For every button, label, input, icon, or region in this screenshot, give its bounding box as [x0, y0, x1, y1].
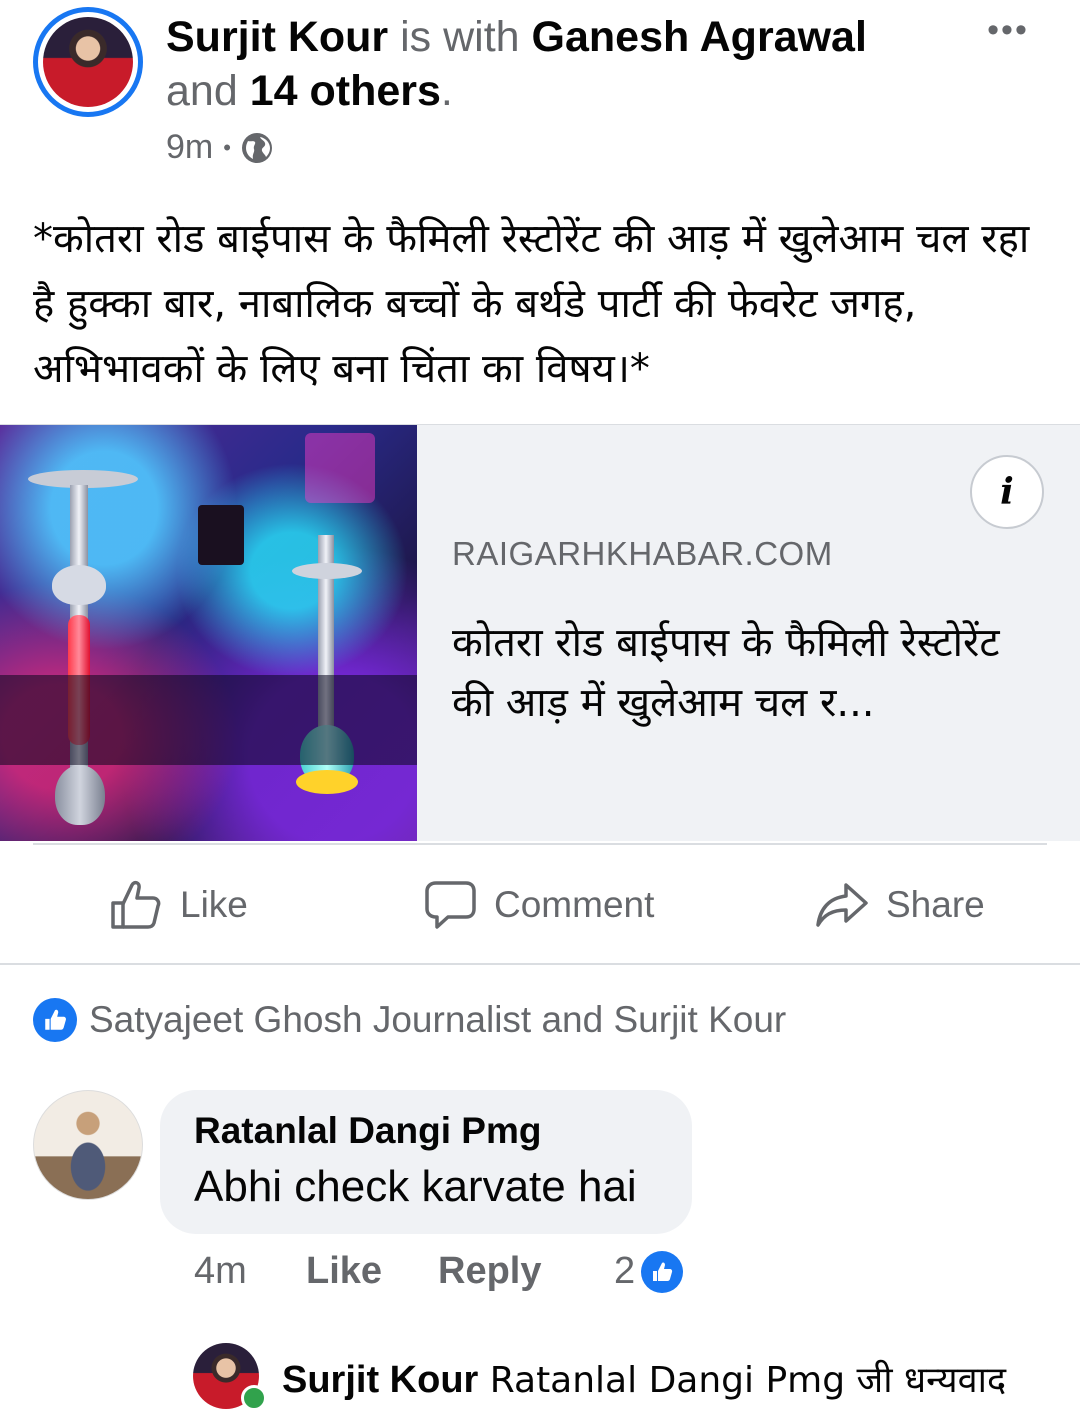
share-arrow-icon	[816, 883, 868, 927]
like-label: Like	[180, 884, 248, 925]
tagged-others[interactable]: 14 others	[250, 67, 441, 115]
comment-reaction-count[interactable]: 2	[614, 1250, 684, 1293]
post-header: Surjit Kour is with Ganesh Agrawal and 1…	[166, 10, 946, 118]
thumbs-up-icon	[111, 880, 161, 929]
reactions-summary[interactable]: Satyajeet Ghosh Journalist and Surjit Ko…	[33, 998, 786, 1042]
link-title[interactable]: कोतरा रोड बाईपास के फैमिली रेस्टोरेंट की…	[452, 613, 1052, 733]
reaction-count: 2	[614, 1250, 636, 1292]
reply-text: Ratanlal Dangi Pmg जी धन्यवाद	[489, 1360, 1007, 1401]
globe-icon[interactable]	[241, 132, 273, 164]
meta-separator: •	[223, 134, 231, 160]
like-button[interactable]: Like	[108, 870, 248, 940]
tagged-name[interactable]: Ganesh Agrawal	[532, 13, 867, 61]
reactions-text: Satyajeet Ghosh Journalist and Surjit Ko…	[89, 999, 787, 1040]
info-button[interactable]: i	[970, 455, 1044, 529]
like-reaction-icon	[33, 998, 77, 1042]
more-options-button[interactable]: •••	[980, 10, 1036, 50]
post-body-text: *कोतरा रोड बाईपास के फैमिली रेस्टोरेंट क…	[33, 216, 1030, 392]
divider	[33, 843, 1047, 845]
author-avatar[interactable]	[33, 7, 143, 117]
avatar-photo	[43, 17, 133, 107]
with-text: is with	[400, 13, 520, 61]
post-meta: 9m •	[166, 128, 273, 167]
reply-comment: Surjit Kour Ratanlal Dangi Pmg जी धन्यवा…	[282, 1354, 1006, 1403]
reply-author-name[interactable]: Surjit Kour	[282, 1359, 478, 1401]
online-status-indicator	[241, 1385, 267, 1411]
and-text: and	[166, 67, 238, 115]
like-reaction-icon	[641, 1250, 684, 1293]
comment-like-button[interactable]: Like	[306, 1250, 382, 1293]
period: .	[440, 67, 453, 115]
share-button[interactable]: Share	[814, 870, 985, 940]
comment-bubble-icon	[425, 881, 476, 929]
comment-time[interactable]: 4m	[194, 1250, 247, 1293]
comment-text: Abhi check karvate hai	[194, 1162, 637, 1211]
post-time[interactable]: 9m	[166, 128, 213, 167]
share-label: Share	[886, 884, 985, 925]
author-name[interactable]: Surjit Kour	[166, 13, 388, 61]
comment-button[interactable]: Comment	[422, 870, 654, 940]
link-preview-card[interactable]: i RAIGARHKHABAR.COM कोतरा रोड बाईपास के …	[0, 424, 1080, 841]
link-preview-image[interactable]	[0, 425, 417, 841]
link-domain: RAIGARHKHABAR.COM	[452, 535, 833, 572]
commenter-name[interactable]: Ratanlal Dangi Pmg	[194, 1110, 541, 1152]
comment-label: Comment	[494, 884, 655, 925]
comment-reply-button[interactable]: Reply	[438, 1250, 541, 1293]
commenter-avatar[interactable]	[33, 1090, 143, 1200]
divider	[0, 963, 1080, 965]
